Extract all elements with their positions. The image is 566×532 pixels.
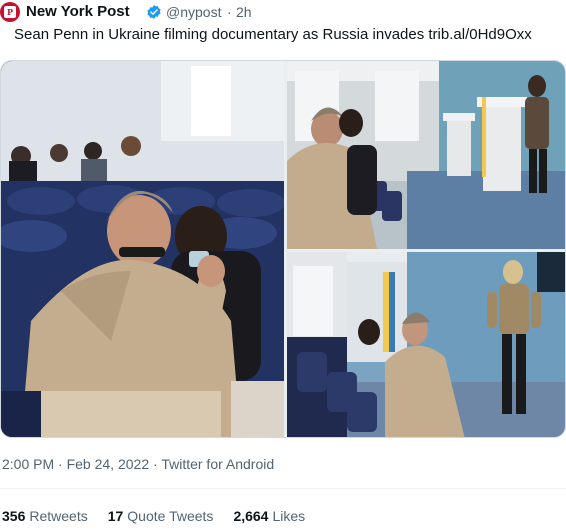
photo-press-conference-image (1, 61, 284, 437)
quote-tweets-stat[interactable]: 17 Quote Tweets (108, 508, 214, 524)
verified-badge-icon (147, 5, 161, 19)
tweet-link[interactable]: trib.al/0Hd9Oxx (428, 26, 531, 43)
likes-stat[interactable]: 2,664 Likes (233, 508, 305, 524)
meta-separator: · (153, 456, 158, 472)
retweets-count: 356 (2, 508, 26, 524)
divider (0, 488, 566, 489)
time-ago[interactable]: 2h (236, 4, 252, 20)
engagement-stats: 356 Retweets 17 Quote Tweets 2,664 Likes (2, 508, 305, 524)
photo-press-conference[interactable] (1, 61, 284, 437)
photo-podium-speaker-image (287, 252, 565, 437)
tweet-body: Sean Penn in Ukraine filming documentary… (14, 26, 425, 43)
nypost-logo-icon: P (4, 6, 16, 18)
meta-separator: · (58, 456, 63, 472)
photo-briefing-room[interactable] (287, 61, 565, 249)
tweet-meta: 2:00 PM · Feb 24, 2022 · Twitter for And… (2, 456, 274, 472)
quote-tweets-count: 17 (107, 508, 124, 524)
account-handle[interactable]: @nypost (166, 4, 221, 20)
tweet-text: Sean Penn in Ukraine filming documentary… (14, 26, 532, 43)
tweet-date[interactable]: Feb 24, 2022 (67, 456, 150, 472)
tweet-time[interactable]: 2:00 PM (2, 456, 54, 472)
media-grid (0, 60, 566, 438)
retweets-label: Retweets (29, 508, 88, 524)
tweet-header: P New York Post @nypost · 2h (0, 0, 566, 24)
tweet-source[interactable]: Twitter for Android (161, 456, 274, 472)
header-separator: · (227, 4, 232, 20)
likes-label: Likes (272, 508, 306, 524)
display-name[interactable]: New York Post (26, 3, 130, 20)
photo-podium-speaker[interactable] (287, 252, 565, 437)
retweets-stat[interactable]: 356 Retweets (2, 508, 88, 524)
likes-count: 2,664 (233, 508, 269, 524)
quote-tweets-label: Quote Tweets (127, 508, 214, 524)
photo-briefing-room-image (287, 61, 565, 249)
avatar[interactable]: P (0, 2, 20, 22)
